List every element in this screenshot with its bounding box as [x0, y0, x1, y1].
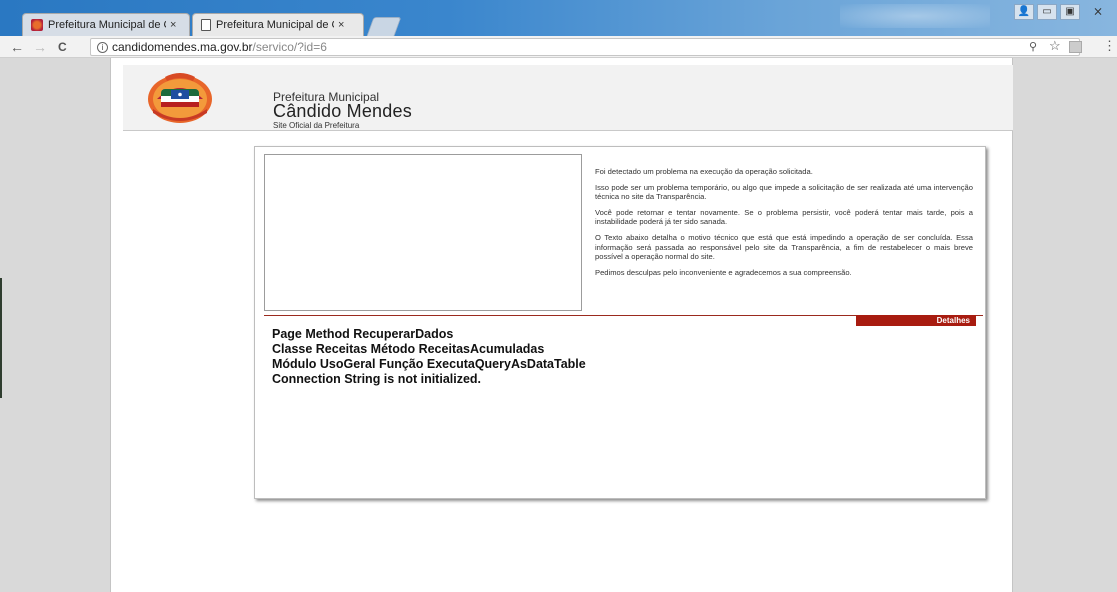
new-tab-button[interactable]: [366, 17, 402, 36]
reload-icon[interactable]: C: [58, 39, 67, 55]
page-viewport: Prefeitura Municipal Cândido Mendes Site…: [0, 58, 1117, 592]
error-line: Page Method RecuperarDados: [272, 327, 454, 341]
tab-title: Prefeitura Municipal de C: [216, 19, 334, 31]
browser-toolbar: ← → C i candidomendes.ma.gov.br/servico/?…: [0, 36, 1117, 58]
site-title[interactable]: Cândido Mendes: [273, 101, 412, 122]
window-close-icon[interactable]: ⨯: [1093, 4, 1103, 18]
address-bar[interactable]: i candidomendes.ma.gov.br/servico/?id=6 ⚲…: [90, 38, 1080, 56]
error-message: Foi detectado um problema na execução da…: [595, 167, 973, 283]
message-paragraph: Pedimos desculpas pelo inconveniente e a…: [595, 267, 852, 277]
back-icon[interactable]: ←: [10, 39, 24, 55]
error-details: Page Method RecuperarDados Classe Receit…: [272, 327, 586, 387]
error-line: Módulo UsoGeral Função ExecutaQueryAsDat…: [272, 357, 586, 371]
empty-frame: [264, 154, 582, 311]
municipal-crest-logo[interactable]: [145, 69, 215, 125]
url-host: candidomendes.ma.gov.br: [112, 40, 253, 54]
message-paragraph: O Texto abaixo detalha o motivo técnico …: [595, 232, 973, 262]
page-content: Prefeitura Municipal Cândido Mendes Site…: [110, 58, 1013, 592]
zoom-icon[interactable]: ⚲: [1029, 39, 1037, 55]
document-favicon-icon: [201, 19, 211, 31]
message-paragraph: Isso pode ser um problema temporário, ou…: [595, 182, 973, 202]
browser-tab-1[interactable]: Prefeitura Municipal de C ×: [22, 13, 190, 36]
site-info-icon[interactable]: i: [97, 42, 108, 54]
details-button[interactable]: Detalhes: [856, 315, 976, 326]
crest-favicon-icon: [31, 19, 43, 31]
site-header: Prefeitura Municipal Cândido Mendes Site…: [123, 65, 1013, 131]
browser-tab-2[interactable]: Prefeitura Municipal de C ×: [192, 13, 364, 36]
forward-icon[interactable]: →: [33, 39, 47, 55]
minimize-icon[interactable]: ▭: [1037, 4, 1057, 20]
error-line: Classe Receitas Método ReceitasAcumulada…: [272, 342, 545, 356]
message-paragraph: Você pode retornar e tentar novamente. S…: [595, 207, 973, 227]
error-panel: Foi detectado um problema na execução da…: [254, 146, 986, 499]
bookmark-star-icon[interactable]: ☆: [1049, 38, 1061, 54]
error-line: Connection String is not initialized.: [272, 372, 482, 386]
extension-icon[interactable]: [1069, 41, 1082, 53]
titlebar-glow: [840, 4, 990, 28]
menu-icon[interactable]: ⋮: [1103, 38, 1116, 54]
user-profile-icon[interactable]: 👤: [1014, 4, 1034, 20]
site-subtitle: Site Oficial da Prefeitura: [273, 121, 360, 130]
tab-close-icon[interactable]: ×: [338, 19, 344, 31]
maximize-icon[interactable]: ▣: [1060, 4, 1080, 20]
url-path: /servico/?id=6: [252, 40, 327, 54]
left-edge-strip: [0, 278, 2, 398]
message-paragraph: Foi detectado um problema na execução da…: [595, 167, 813, 176]
browser-tab-strip: Prefeitura Municipal de C × Prefeitura M…: [0, 0, 1117, 36]
tab-title: Prefeitura Municipal de C: [48, 19, 166, 31]
tab-close-icon[interactable]: ×: [170, 19, 176, 31]
